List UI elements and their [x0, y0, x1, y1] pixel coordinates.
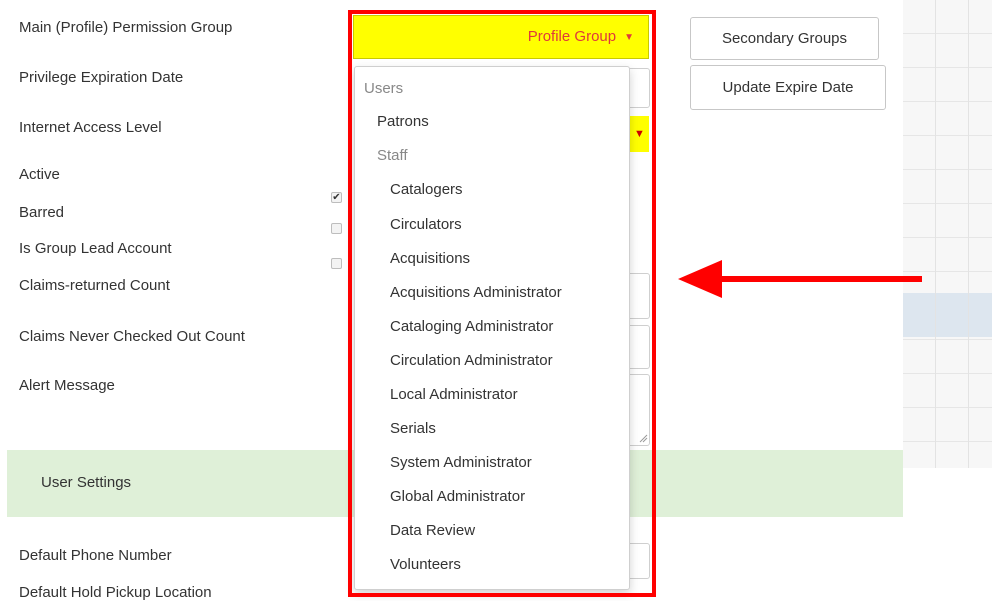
menu-item-cataloging-administrator[interactable]: Cataloging Administrator [390, 318, 553, 335]
label-main-permission-group: Main (Profile) Permission Group [19, 19, 233, 36]
label-internet-access-level: Internet Access Level [19, 119, 162, 136]
menu-item-acquisitions[interactable]: Acquisitions [390, 250, 470, 267]
label-is-group-lead-account: Is Group Lead Account [19, 240, 172, 257]
group-lead-checkbox[interactable] [331, 258, 342, 269]
label-barred: Barred [19, 204, 65, 221]
menu-item-data-review[interactable]: Data Review [390, 522, 475, 539]
menu-item-acquisitions-administrator[interactable]: Acquisitions Administrator [390, 284, 562, 301]
menu-item-global-administrator[interactable]: Global Administrator [390, 488, 525, 505]
label-active: Active [19, 166, 60, 183]
menu-item-staff[interactable]: Staff [377, 147, 408, 164]
caret-down-icon: ▼ [634, 128, 645, 140]
menu-item-system-administrator[interactable]: System Administrator [390, 454, 532, 471]
label-claims-never-checked-out-count: Claims Never Checked Out Count [19, 328, 245, 345]
label-claims-returned-count: Claims-returned Count [19, 277, 170, 294]
grid-divider [935, 0, 936, 468]
grid-divider [968, 0, 969, 468]
menu-item-circulation-administrator[interactable]: Circulation Administrator [390, 352, 553, 369]
secondary-groups-button[interactable]: Secondary Groups [690, 17, 879, 60]
red-arrow-annotation [678, 260, 922, 298]
menu-item-local-administrator[interactable]: Local Administrator [390, 386, 518, 403]
barred-checkbox[interactable] [331, 223, 342, 234]
menu-item-users[interactable]: Users [364, 80, 403, 97]
update-expire-date-button[interactable]: Update Expire Date [690, 65, 886, 110]
caret-down-icon: ▼ [624, 32, 634, 43]
menu-item-patrons[interactable]: Patrons [377, 113, 429, 130]
profile-group-selected: Profile Group [527, 28, 617, 45]
section-title: User Settings [41, 474, 132, 491]
label-alert-message: Alert Message [19, 377, 115, 394]
profile-group-dropdown-toggle[interactable]: Profile Group ▼ [353, 15, 649, 59]
resize-handle-icon[interactable] [638, 433, 648, 443]
profile-group-menu: Users Patrons Staff Catalogers Circulato… [354, 66, 630, 590]
internet-access-select-caret[interactable]: ▼ [630, 116, 649, 152]
menu-item-volunteers[interactable]: Volunteers [390, 556, 461, 573]
label-privilege-expiration-date: Privilege Expiration Date [19, 69, 184, 86]
background-grid [903, 0, 992, 468]
label-default-hold-pickup-location: Default Hold Pickup Location [19, 584, 212, 601]
label-default-phone-number: Default Phone Number [19, 547, 172, 564]
active-checkbox[interactable]: ✔ [331, 192, 342, 203]
menu-item-serials[interactable]: Serials [390, 420, 436, 437]
menu-item-catalogers[interactable]: Catalogers [390, 181, 463, 198]
menu-item-circulators[interactable]: Circulators [390, 216, 462, 233]
